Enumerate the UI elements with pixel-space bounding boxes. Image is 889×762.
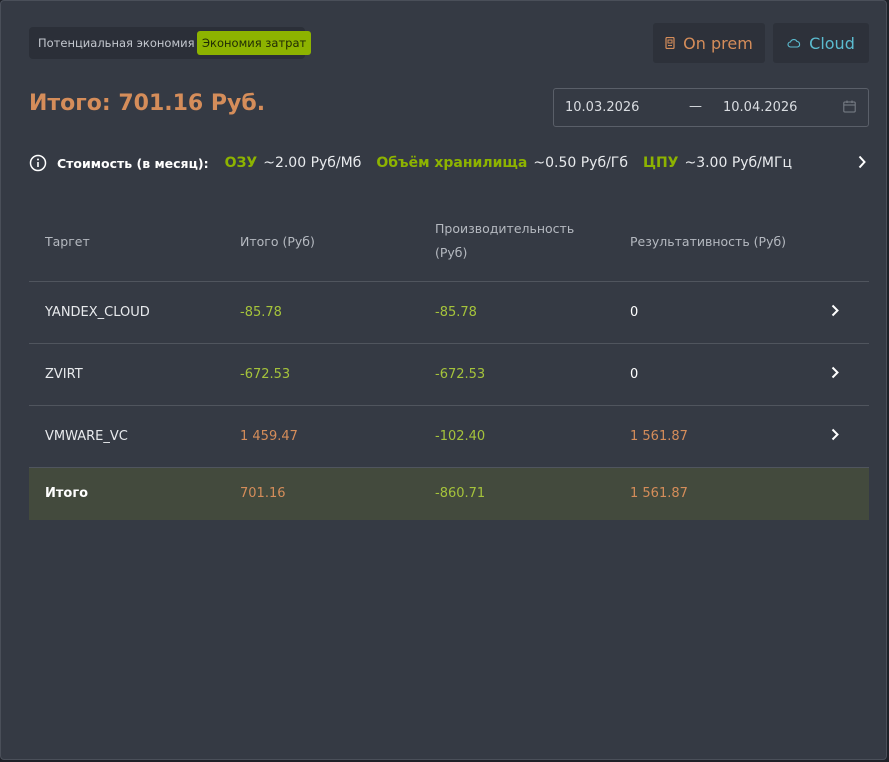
toggle-cost-savings[interactable]: Экономия затрат: [197, 31, 312, 55]
cloud-button[interactable]: Cloud: [773, 23, 869, 63]
date-range-picker[interactable]: 10.03.2026 — 10.04.2026: [553, 88, 869, 127]
cloud-icon: [787, 38, 801, 48]
chevron-right-icon[interactable]: [858, 155, 866, 169]
cost-label: Стоимость (в месяц):: [57, 155, 209, 171]
cell-performance: -672.53: [435, 367, 486, 382]
cell-total-efficiency: 1 561.87: [630, 486, 688, 501]
table-total-row: Итого 701.16 -860.71 1 561.87: [29, 468, 869, 520]
cost-per-month-line: Стоимость (в месяц): ОЗУ ~2.00 Руб/Мб Об…: [29, 151, 866, 175]
cell-total: -85.78: [240, 305, 282, 320]
header-performance-line1: Производительность: [435, 221, 575, 236]
server-icon: [665, 37, 675, 49]
cell-efficiency: 0: [630, 305, 639, 320]
info-icon: [29, 154, 47, 172]
chevron-right-icon[interactable]: [831, 304, 839, 317]
cell-total-performance: -860.71: [435, 486, 486, 501]
cell-total: -672.53: [240, 367, 291, 382]
calendar-icon[interactable]: [843, 100, 856, 113]
total-savings-heading: Итого: 701.16 Руб.: [29, 91, 266, 116]
cost-storage-value: ~0.50 Руб/Гб: [533, 155, 628, 171]
cell-efficiency: 1 561.87: [630, 429, 688, 444]
cell-total-label: Итого: [45, 486, 89, 501]
savings-mode-toggle: Потенциальная экономия Экономия затрат: [29, 27, 312, 59]
chevron-right-icon[interactable]: [831, 428, 839, 441]
table-header: Таргет Итого (Руб) Производительность (Р…: [29, 206, 869, 282]
cell-total-sum: 701.16: [240, 486, 286, 501]
header-total: Итого (Руб): [240, 234, 315, 249]
cost-cpu-key: ЦПУ: [642, 155, 679, 171]
cell-target: VMWARE_VC: [45, 429, 128, 444]
savings-panel: Потенциальная экономия Экономия затрат O…: [0, 0, 887, 760]
date-separator: —: [689, 99, 702, 114]
cell-total: 1 459.47: [240, 429, 298, 444]
cost-cpu-value: ~3.00 Руб/МГц: [684, 155, 793, 171]
cost-ram-key: ОЗУ: [224, 155, 258, 171]
onprem-label: On prem: [683, 33, 753, 53]
toggle-potential-savings[interactable]: Потенциальная экономия: [32, 31, 201, 55]
date-from[interactable]: 10.03.2026: [565, 100, 639, 115]
date-to[interactable]: 10.04.2026: [723, 100, 797, 115]
table-row[interactable]: VMWARE_VC 1 459.47 -102.40 1 561.87: [29, 406, 869, 468]
header-efficiency: Результативность (Руб): [630, 234, 787, 249]
table-row[interactable]: YANDEX_CLOUD -85.78 -85.78 0: [29, 282, 869, 344]
cost-storage-key: Объём хранилища: [376, 155, 528, 171]
cell-performance: -85.78: [435, 305, 477, 320]
cell-performance: -102.40: [435, 429, 486, 444]
cell-target: ZVIRT: [45, 367, 83, 382]
cost-ram-value: ~2.00 Руб/Мб: [263, 155, 362, 171]
header-performance-line2: (Руб): [435, 245, 468, 260]
chevron-right-icon[interactable]: [831, 366, 839, 379]
table-row[interactable]: ZVIRT -672.53 -672.53 0: [29, 344, 869, 406]
cloud-label: Cloud: [809, 33, 855, 53]
savings-table: Таргет Итого (Руб) Производительность (Р…: [29, 206, 869, 520]
header-target: Таргет: [45, 234, 90, 249]
cell-efficiency: 0: [630, 367, 639, 382]
cell-target: YANDEX_CLOUD: [45, 305, 150, 320]
onprem-button[interactable]: On prem: [653, 23, 765, 63]
